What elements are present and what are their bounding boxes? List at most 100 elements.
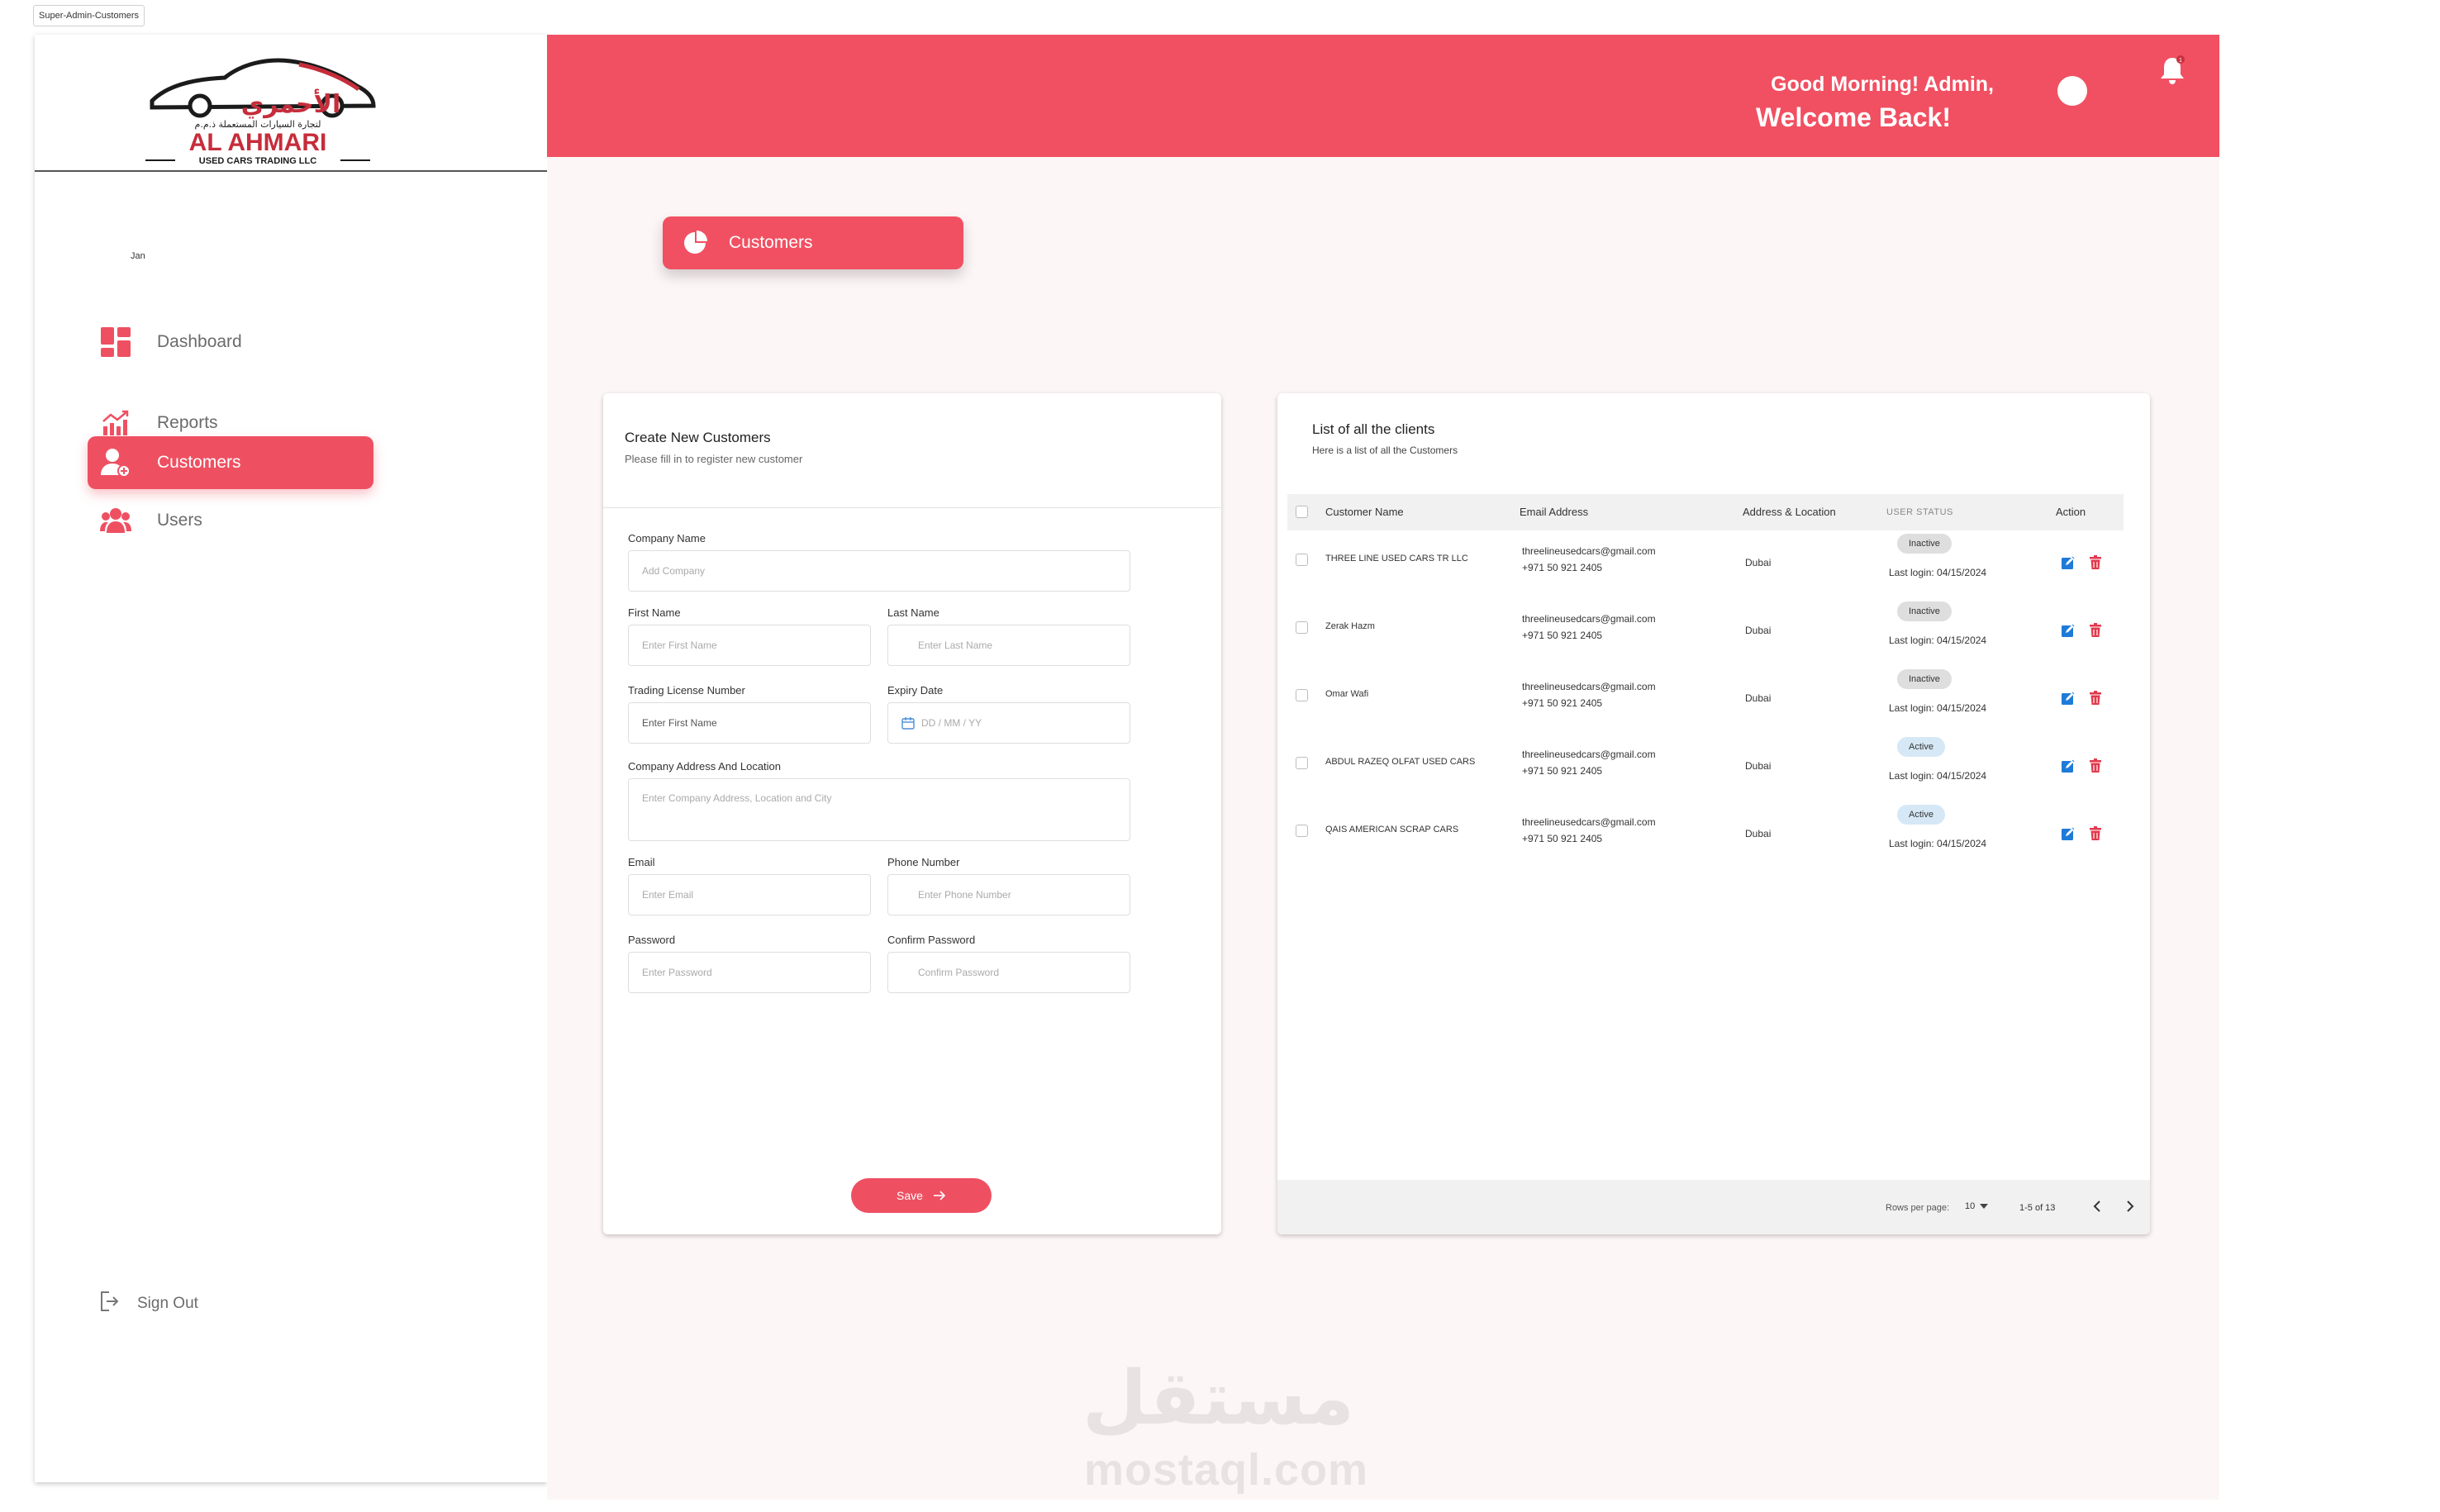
customer-email: threelineusedcars@gmail.com <box>1522 749 1656 760</box>
column-header-email: Email Address <box>1520 506 1589 518</box>
notification-count: 1 <box>2179 58 2182 64</box>
last-login: Last login: 04/15/2024 <box>1889 838 1987 849</box>
password-input[interactable]: Enter Password <box>628 952 871 993</box>
table-row[interactable]: Zerak Hazm threelineusedcars@gmail.com +97… <box>1277 601 2150 669</box>
pagination-range: 1-5 of 13 <box>2019 1203 2056 1213</box>
delete-button[interactable] <box>2089 555 2102 570</box>
company-address-input[interactable]: Enter Company Address, Location and City <box>628 778 1130 841</box>
row-checkbox[interactable] <box>1296 689 1308 701</box>
trading-license-input[interactable]: Enter First Name <box>628 702 871 744</box>
confirm-password-input[interactable]: Confirm Password <box>887 952 1130 993</box>
avatar[interactable] <box>2057 76 2087 106</box>
customer-email: threelineusedcars@gmail.com <box>1522 816 1656 828</box>
email-input[interactable]: Enter Email <box>628 874 871 915</box>
table-row[interactable]: THREE LINE USED CARS TR LLC threelineused… <box>1277 534 2150 601</box>
customer-phone: +971 50 921 2405 <box>1522 697 1603 709</box>
company-name-input[interactable]: Add Company <box>628 550 1130 592</box>
table-row[interactable]: Omar Wafi threelineusedcars@gmail.com +971… <box>1277 669 2150 737</box>
list-subtitle: Here is a list of all the Customers <box>1312 445 1458 456</box>
notification-bell-icon[interactable]: 1 <box>2158 55 2186 90</box>
status-badge: Active <box>1897 737 1945 757</box>
greeting-text: Good Morning! Admin, <box>1771 73 1994 96</box>
customer-phone: +971 50 921 2405 <box>1522 833 1603 844</box>
customer-email: threelineusedcars@gmail.com <box>1522 545 1656 557</box>
customer-name: THREE LINE USED CARS TR LLC <box>1325 554 1468 563</box>
logo-area: الأحمري لتجارة السيارات المستعملة ذ.م.م … <box>35 35 547 172</box>
column-header-action: Action <box>2056 506 2086 518</box>
select-all-checkbox[interactable] <box>1296 506 1308 518</box>
customer-name: Zerak Hazm <box>1325 621 1375 631</box>
form-subtitle: Please fill in to register new customer <box>625 453 803 465</box>
sign-out-button[interactable]: Sign Out <box>99 1291 198 1316</box>
edit-button[interactable] <box>2061 691 2076 706</box>
table-row[interactable]: ABDUL RAZEQ OLFAT USED CARS threelineused… <box>1277 737 2150 805</box>
edit-button[interactable] <box>2061 623 2076 638</box>
expiry-date-input[interactable]: DD / MM / YY <box>887 702 1130 744</box>
calendar-icon <box>901 716 915 730</box>
rows-per-page-select[interactable]: 10 <box>1965 1201 1989 1211</box>
row-checkbox[interactable] <box>1296 825 1308 837</box>
edit-button[interactable] <box>2061 555 2076 570</box>
rows-per-page-value: 10 <box>1965 1201 1976 1211</box>
confirm-password-label: Confirm Password <box>887 934 976 946</box>
trash-icon <box>2089 826 2102 841</box>
save-button-label: Save <box>897 1189 923 1202</box>
customer-address: Dubai <box>1745 828 1772 839</box>
previous-page-button[interactable] <box>2087 1196 2107 1216</box>
sidebar-item-label: Reports <box>157 413 218 432</box>
table-row[interactable]: QAIS AMERICAN SCRAP CARS threelineusedcar… <box>1277 805 2150 872</box>
brand-name-en: AL AHMARI <box>189 129 327 156</box>
customer-address: Dubai <box>1745 625 1772 636</box>
delete-button[interactable] <box>2089 758 2102 773</box>
sidebar-item-dashboard[interactable]: Dashboard <box>88 316 373 368</box>
page-title-pill[interactable]: Customers <box>663 216 963 269</box>
edit-button[interactable] <box>2061 826 2076 841</box>
sidebar-item-label: Users <box>157 511 202 530</box>
row-checkbox[interactable] <box>1296 621 1308 634</box>
first-name-label: First Name <box>628 606 681 619</box>
edit-icon <box>2061 691 2076 706</box>
save-button[interactable]: Save <box>851 1178 992 1213</box>
sign-out-icon <box>99 1291 119 1316</box>
table-footer: Rows per page: 10 1-5 of 13 <box>1277 1180 2150 1234</box>
next-page-button[interactable] <box>2120 1196 2140 1216</box>
last-name-input[interactable]: Enter Last Name <box>887 625 1130 666</box>
row-checkbox[interactable] <box>1296 757 1308 769</box>
brand-logo: الأحمري لتجارة السيارات المستعملة ذ.م.م … <box>145 58 376 166</box>
trash-icon <box>2089 758 2102 773</box>
status-badge: Inactive <box>1897 601 1952 621</box>
delete-button[interactable] <box>2089 826 2102 841</box>
table-header: Customer Name Email Address Address & Lo… <box>1287 494 2124 530</box>
last-name-label: Last Name <box>887 606 939 619</box>
customer-add-icon <box>98 445 134 481</box>
sidebar-item-users[interactable]: Users <box>88 494 373 547</box>
first-name-input[interactable]: Enter First Name <box>628 625 871 666</box>
customer-address: Dubai <box>1745 692 1772 704</box>
email-label: Email <box>628 856 655 868</box>
last-login: Last login: 04/15/2024 <box>1889 702 1987 714</box>
edit-icon <box>2061 826 2076 841</box>
customer-name: Omar Wafi <box>1325 689 1369 699</box>
edit-button[interactable] <box>2061 758 2076 773</box>
caret-down-icon <box>1980 1204 1989 1209</box>
delete-button[interactable] <box>2089 691 2102 706</box>
customer-name: ABDUL RAZEQ OLFAT USED CARS <box>1325 757 1476 767</box>
page-title: Customers <box>729 233 813 252</box>
arrow-right-icon <box>933 1191 946 1201</box>
pie-chart-icon <box>683 231 707 255</box>
sidebar: الأحمري لتجارة السيارات المستعملة ذ.م.م … <box>35 35 547 1482</box>
status-badge: Active <box>1897 805 1945 825</box>
chevron-right-icon <box>2126 1201 2134 1212</box>
phone-number-input[interactable]: Enter Phone Number <box>887 874 1130 915</box>
edit-icon <box>2061 758 2076 773</box>
column-header-address: Address & Location <box>1743 506 1836 518</box>
customer-email: threelineusedcars@gmail.com <box>1522 681 1656 692</box>
watermark-english: mostaql.com <box>1084 1445 1369 1495</box>
column-header-customer-name: Customer Name <box>1325 506 1404 518</box>
delete-button[interactable] <box>2089 623 2102 638</box>
rows-per-page-label: Rows per page: <box>1886 1203 1950 1213</box>
brand-name-ar: الأحمري <box>241 88 341 119</box>
row-checkbox[interactable] <box>1296 554 1308 566</box>
sidebar-item-customers[interactable]: Customers <box>88 436 373 489</box>
company-name-label: Company Name <box>628 532 706 544</box>
